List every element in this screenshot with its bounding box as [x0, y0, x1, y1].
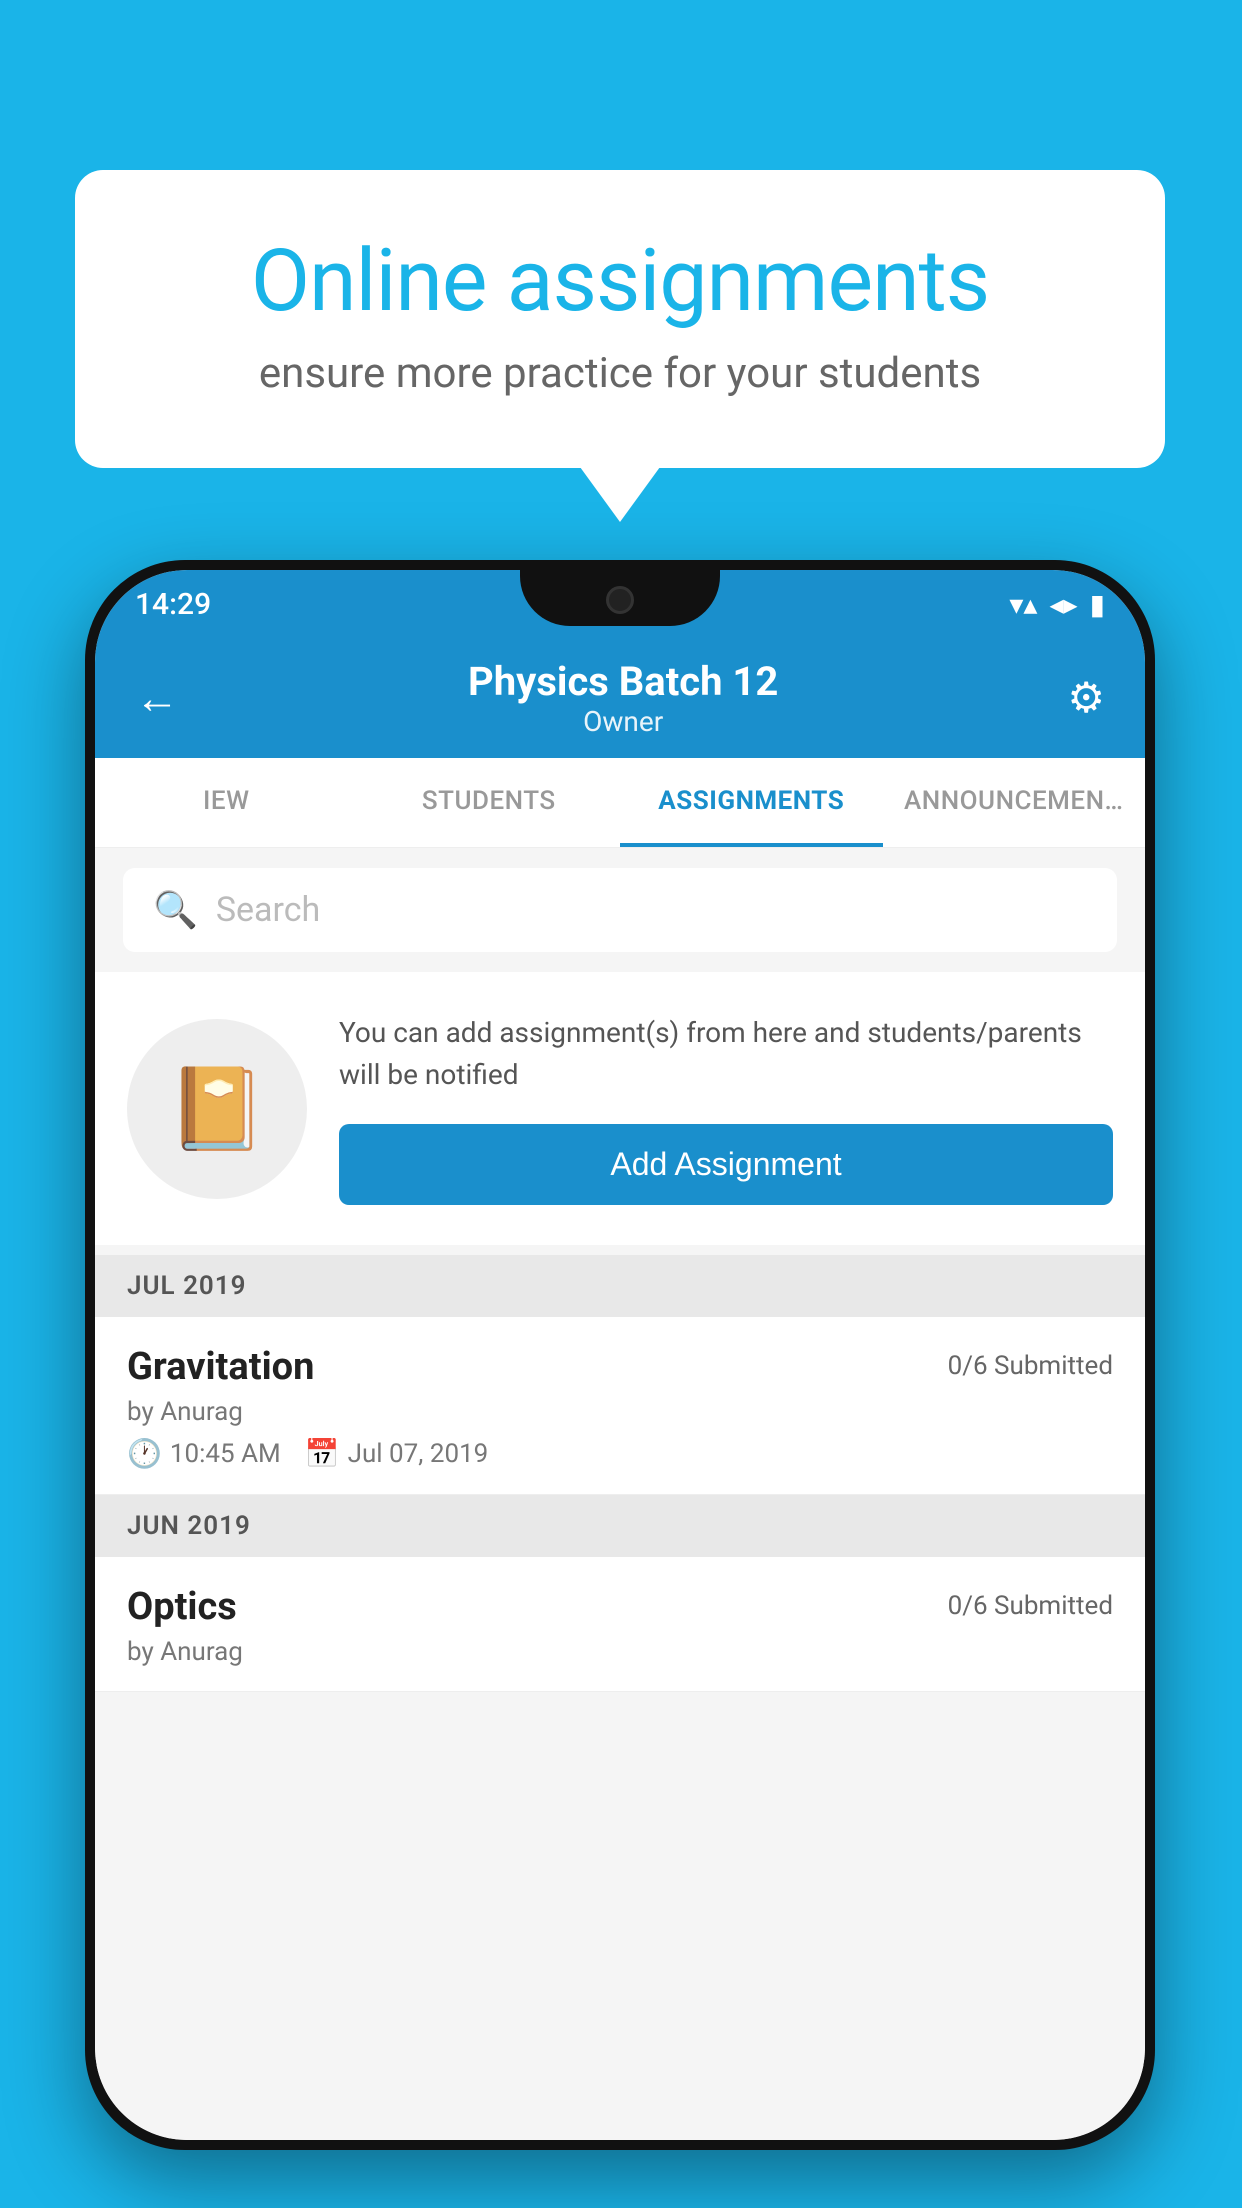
phone-frame: 14:29 ▾▴ ◂▸ ▮ ← Physics Batch 12 Owner ⚙… [85, 560, 1155, 2150]
assignment-time-value: 10:45 AM [170, 1439, 281, 1469]
empty-icon-circle: 📔 [127, 1019, 307, 1199]
promo-subtitle: ensure more practice for your students [155, 349, 1085, 398]
tab-students[interactable]: STUDENTS [358, 758, 621, 847]
empty-state-text: You can add assignment(s) from here and … [339, 1012, 1113, 1096]
empty-state-right: You can add assignment(s) from here and … [339, 1012, 1113, 1205]
status-time: 14:29 [135, 587, 211, 622]
settings-button[interactable]: ⚙ [1067, 673, 1105, 723]
back-button[interactable]: ← [135, 672, 179, 724]
assignment-date: 📅 Jul 07, 2019 [305, 1437, 489, 1470]
assignment-item-optics[interactable]: Optics 0/6 Submitted by Anurag [95, 1557, 1145, 1692]
assignment-author-optics: by Anurag [127, 1637, 1113, 1667]
signal-icon: ◂▸ [1049, 588, 1077, 621]
status-icons: ▾▴ ◂▸ ▮ [1009, 588, 1105, 621]
assignment-date-value: Jul 07, 2019 [348, 1439, 489, 1469]
tab-announcements[interactable]: ANNOUNCEMEN… [883, 758, 1146, 847]
section-header-jun: JUN 2019 [95, 1495, 1145, 1557]
phone-mockup: 14:29 ▾▴ ◂▸ ▮ ← Physics Batch 12 Owner ⚙… [85, 560, 1155, 2150]
battery-icon: ▮ [1090, 588, 1105, 621]
phone-notch [520, 570, 720, 626]
add-assignment-button[interactable]: Add Assignment [339, 1124, 1113, 1205]
assignment-submitted: 0/6 Submitted [948, 1351, 1113, 1381]
assignment-name: Gravitation [127, 1345, 314, 1389]
front-camera [606, 586, 634, 614]
assignment-time: 🕐 10:45 AM [127, 1437, 281, 1470]
tab-assignments[interactable]: ASSIGNMENTS [620, 758, 883, 847]
promo-title: Online assignments [155, 230, 1085, 331]
tab-bar: IEW STUDENTS ASSIGNMENTS ANNOUNCEMEN… [95, 758, 1145, 848]
header-center: Physics Batch 12 Owner [468, 658, 778, 738]
assignment-name-optics: Optics [127, 1585, 237, 1629]
content-area: 🔍 Search 📔 You can add assignment(s) fro… [95, 848, 1145, 2140]
empty-state-card: 📔 You can add assignment(s) from here an… [95, 972, 1145, 1245]
assignment-meta-row: 🕐 10:45 AM 📅 Jul 07, 2019 [127, 1437, 1113, 1470]
header-subtitle: Owner [468, 705, 778, 738]
search-icon: 🔍 [153, 889, 198, 931]
header-title: Physics Batch 12 [468, 658, 778, 705]
clock-icon: 🕐 [127, 1437, 162, 1470]
notebook-icon: 📔 [167, 1062, 267, 1156]
wifi-icon: ▾▴ [1009, 588, 1037, 621]
search-placeholder: Search [216, 890, 320, 930]
tab-iew[interactable]: IEW [95, 758, 358, 847]
assignment-author: by Anurag [127, 1397, 1113, 1427]
assignment-item-gravitation[interactable]: Gravitation 0/6 Submitted by Anurag 🕐 10… [95, 1317, 1145, 1495]
promo-card: Online assignments ensure more practice … [75, 170, 1165, 468]
calendar-icon: 📅 [305, 1437, 340, 1470]
section-header-jul: JUL 2019 [95, 1255, 1145, 1317]
search-bar[interactable]: 🔍 Search [123, 868, 1117, 952]
phone-screen: 14:29 ▾▴ ◂▸ ▮ ← Physics Batch 12 Owner ⚙… [95, 570, 1145, 2140]
assignment-submitted-optics: 0/6 Submitted [948, 1591, 1113, 1621]
app-header: ← Physics Batch 12 Owner ⚙ [95, 638, 1145, 758]
